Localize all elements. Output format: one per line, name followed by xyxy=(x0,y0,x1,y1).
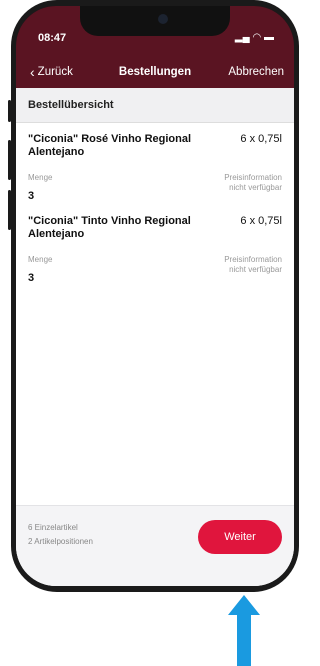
wifi-icon: ◠ xyxy=(252,32,262,43)
cancel-button[interactable]: Abbrechen xyxy=(228,66,284,78)
price-info: Preisinformation nicht verfügbar xyxy=(224,173,282,192)
section-header: Bestellübersicht xyxy=(16,88,294,123)
status-icons: ▂▄ ◠ ▬ xyxy=(235,32,274,43)
signal-icon: ▂▄ xyxy=(234,32,250,43)
order-footer: 6 Einzelartikel 2 Artikelpositionen Weit… xyxy=(16,505,294,586)
screen: 08:47 ▂▄ ◠ ▬ ‹ Zurück Bestellungen Abbre… xyxy=(16,6,294,586)
camera-icon xyxy=(158,14,168,24)
status-bar: 08:47 ▂▄ ◠ ▬ xyxy=(16,6,294,58)
item-name: "Ciconia" Rosé Vinho Regional Alentejano xyxy=(28,133,192,158)
order-content: Bestellübersicht "Ciconia" Rosé Vinho Re… xyxy=(16,88,294,586)
battery-icon: ▬ xyxy=(264,32,274,43)
volume-up-button xyxy=(8,140,11,180)
volume-down-button xyxy=(8,190,11,230)
item-count: 6 Einzelartikel xyxy=(28,523,78,532)
arrow-up-icon xyxy=(228,595,260,666)
position-count: 2 Artikelpositionen xyxy=(28,537,93,546)
order-summary: 6 Einzelartikel 2 Artikelpositionen xyxy=(28,521,93,549)
item-size: 6 x 0,75l xyxy=(240,133,282,145)
notch xyxy=(80,6,230,36)
order-item: "Ciconia" Tinto Vinho Regional Alentejan… xyxy=(16,201,294,284)
item-name: "Ciconia" Tinto Vinho Regional Alentejan… xyxy=(28,215,191,240)
price-info: Preisinformation nicht verfügbar xyxy=(224,255,282,274)
navigation-bar: ‹ Zurück Bestellungen Abbrechen xyxy=(16,58,294,88)
status-time: 08:47 xyxy=(38,32,67,44)
next-button[interactable]: Weiter xyxy=(198,520,282,554)
order-item: "Ciconia" Rosé Vinho Regional Alentejano… xyxy=(16,123,294,202)
mute-switch xyxy=(8,100,11,122)
phone-frame: 08:47 ▂▄ ◠ ▬ ‹ Zurück Bestellungen Abbre… xyxy=(8,0,299,592)
item-size: 6 x 0,75l xyxy=(240,215,282,227)
